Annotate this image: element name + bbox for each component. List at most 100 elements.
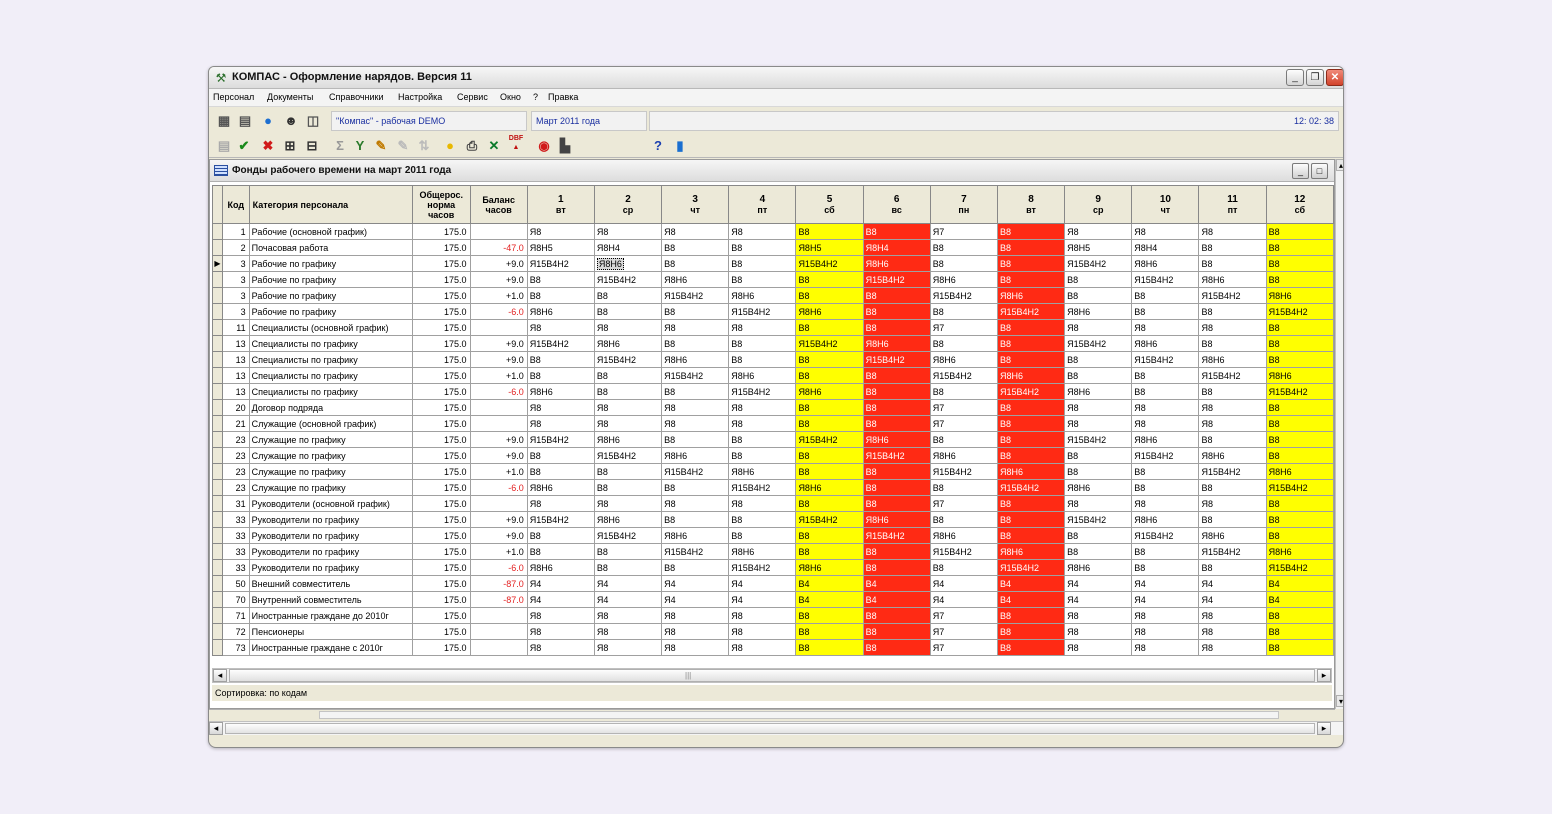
cell-day-shift[interactable]: В8: [795, 543, 864, 560]
cell-balance[interactable]: +1.0: [469, 463, 528, 480]
cell-day-shift[interactable]: В8: [526, 351, 595, 368]
cell-day-shift[interactable]: Я8: [593, 399, 663, 416]
cell-day-shift[interactable]: В8: [795, 319, 864, 336]
cell-day-shift[interactable]: В8: [996, 223, 1066, 240]
cell-day-shift[interactable]: Я4: [526, 575, 595, 592]
column-header-day[interactable]: 4 пт: [728, 185, 797, 224]
row-indicator[interactable]: [212, 239, 223, 256]
menu-edit[interactable]: Правка: [548, 92, 578, 102]
cell-day-shift[interactable]: В8: [1064, 447, 1133, 464]
cell-code[interactable]: 20: [221, 399, 250, 416]
table-row[interactable]: 33 Руководители по графику 175.0 +9.0 Я15В4Н…: [212, 511, 1334, 528]
minimize-button[interactable]: _: [1286, 69, 1304, 86]
cell-code[interactable]: 13: [221, 367, 250, 384]
cell-day-shift[interactable]: В4: [795, 591, 864, 608]
cell-day-shift[interactable]: Я8: [1131, 639, 1200, 656]
cell-norm[interactable]: 175.0: [411, 239, 471, 256]
subwindow-title-bar[interactable]: Фонды рабочего времени на март 2011 года…: [210, 160, 1334, 182]
cell-day-shift[interactable]: В8: [996, 335, 1066, 352]
cell-day-shift[interactable]: В8: [929, 431, 998, 448]
row-indicator[interactable]: [212, 319, 223, 336]
cell-day-shift[interactable]: Я8: [661, 223, 730, 240]
cell-day-shift[interactable]: В8: [526, 447, 595, 464]
row-indicator[interactable]: [212, 559, 223, 576]
cell-day-shift[interactable]: В8: [795, 351, 864, 368]
cell-day-shift[interactable]: Я4: [661, 591, 730, 608]
cell-balance[interactable]: -6.0: [469, 303, 528, 320]
cell-code[interactable]: 33: [221, 559, 250, 576]
cell-day-shift[interactable]: Я8Н6: [1131, 255, 1200, 272]
menu-help[interactable]: ?: [533, 92, 538, 102]
cell-day-shift[interactable]: Я8: [1064, 607, 1133, 624]
cell-day-shift[interactable]: Я8: [1198, 223, 1267, 240]
cell-day-shift[interactable]: Я15В4Н2: [593, 351, 663, 368]
row-indicator[interactable]: [212, 543, 223, 560]
cell-day-shift[interactable]: Я7: [929, 415, 998, 432]
print-icon[interactable]: ⎙: [463, 137, 481, 155]
cell-day-shift[interactable]: В8: [1265, 639, 1334, 656]
cell-day-shift[interactable]: Я8Н6: [526, 559, 595, 576]
cell-day-shift[interactable]: Я8: [661, 623, 730, 640]
cell-day-shift[interactable]: Я15В4Н2: [728, 383, 797, 400]
cell-day-shift[interactable]: Я8: [661, 607, 730, 624]
table-row[interactable]: 23 Служащие по графику 175.0 -6.0 Я8Н6 В8 В8 Я1…: [212, 479, 1334, 496]
cell-day-shift[interactable]: Я8Н6: [661, 527, 730, 544]
cell-day-shift[interactable]: В8: [862, 319, 931, 336]
cell-day-shift[interactable]: Я8: [1198, 623, 1267, 640]
cell-day-shift[interactable]: Я15В4Н2: [1064, 431, 1133, 448]
cell-day-shift[interactable]: В8: [795, 607, 864, 624]
cell-norm[interactable]: 175.0: [411, 399, 471, 416]
cell-day-shift[interactable]: Я15В4Н2: [1198, 367, 1267, 384]
cell-day-shift[interactable]: Я15В4Н2: [929, 367, 998, 384]
cell-day-shift[interactable]: Я8: [526, 607, 595, 624]
cell-balance[interactable]: +9.0: [469, 527, 528, 544]
sort-icon[interactable]: ⇅: [415, 137, 433, 155]
table-row[interactable]: 23 Служащие по графику 175.0 +1.0 В8 В8 Я15В4Н…: [212, 463, 1334, 480]
cell-day-shift[interactable]: В8: [661, 335, 730, 352]
table-row[interactable]: 23 Служащие по графику 175.0 +9.0 В8 Я15В4Н2 Я…: [212, 447, 1334, 464]
cell-day-shift[interactable]: Я15В4Н2: [1064, 511, 1133, 528]
cell-day-shift[interactable]: В8: [1198, 479, 1267, 496]
cell-category[interactable]: Специалисты (основной график): [248, 319, 413, 336]
cell-day-shift[interactable]: Я8Н6: [929, 447, 998, 464]
cell-day-shift[interactable]: Я8: [593, 623, 663, 640]
cell-day-shift[interactable]: Я15В4Н2: [929, 287, 998, 304]
cell-day-shift[interactable]: Я15В4Н2: [526, 511, 595, 528]
cell-day-shift[interactable]: Я8Н6: [1198, 271, 1267, 288]
main-vertical-scrollbar[interactable]: ▴ ▾: [1335, 159, 1343, 709]
cell-day-shift[interactable]: Я8Н6: [996, 463, 1066, 480]
cell-day-shift[interactable]: Я4: [728, 591, 797, 608]
cell-day-shift[interactable]: Я15В4Н2: [661, 287, 730, 304]
cell-category[interactable]: Служащие по графику: [248, 431, 413, 448]
cell-code[interactable]: 13: [221, 335, 250, 352]
cell-day-shift[interactable]: Я8Н4: [1131, 239, 1200, 256]
cell-day-shift[interactable]: В4: [996, 591, 1066, 608]
cell-day-shift[interactable]: Я15В4Н2: [1064, 335, 1133, 352]
cell-day-shift[interactable]: В8: [862, 607, 931, 624]
cell-day-shift[interactable]: В4: [1265, 575, 1334, 592]
cell-day-shift[interactable]: В8: [1198, 303, 1267, 320]
main-scroll-thumb[interactable]: [225, 723, 1315, 734]
cell-category[interactable]: Руководители по графику: [248, 511, 413, 528]
menu-service[interactable]: Сервис: [457, 92, 488, 102]
cell-day-shift[interactable]: В8: [1265, 223, 1334, 240]
secondary-scroll-track[interactable]: [319, 711, 1279, 719]
cell-day-shift[interactable]: В8: [1131, 543, 1200, 560]
cell-day-shift[interactable]: Я8: [728, 607, 797, 624]
column-header-day[interactable]: 12 сб: [1265, 185, 1334, 224]
cell-day-shift[interactable]: В8: [929, 383, 998, 400]
cell-norm[interactable]: 175.0: [411, 351, 471, 368]
cell-day-shift[interactable]: В8: [1131, 559, 1200, 576]
cell-norm[interactable]: 175.0: [411, 319, 471, 336]
add-icon[interactable]: ⊞: [281, 137, 299, 155]
cell-day-shift[interactable]: Я8Н6: [862, 511, 931, 528]
cell-day-shift[interactable]: В8: [1064, 463, 1133, 480]
calendar-icon[interactable]: ▤: [236, 112, 254, 130]
cell-day-shift[interactable]: В8: [795, 447, 864, 464]
cell-norm[interactable]: 175.0: [411, 575, 471, 592]
cell-day-shift[interactable]: Я8: [526, 415, 595, 432]
cell-day-shift[interactable]: Я4: [593, 575, 663, 592]
cell-day-shift[interactable]: Я8: [1198, 607, 1267, 624]
cell-day-shift[interactable]: В8: [929, 303, 998, 320]
cell-day-shift[interactable]: Я8Н6: [728, 367, 797, 384]
